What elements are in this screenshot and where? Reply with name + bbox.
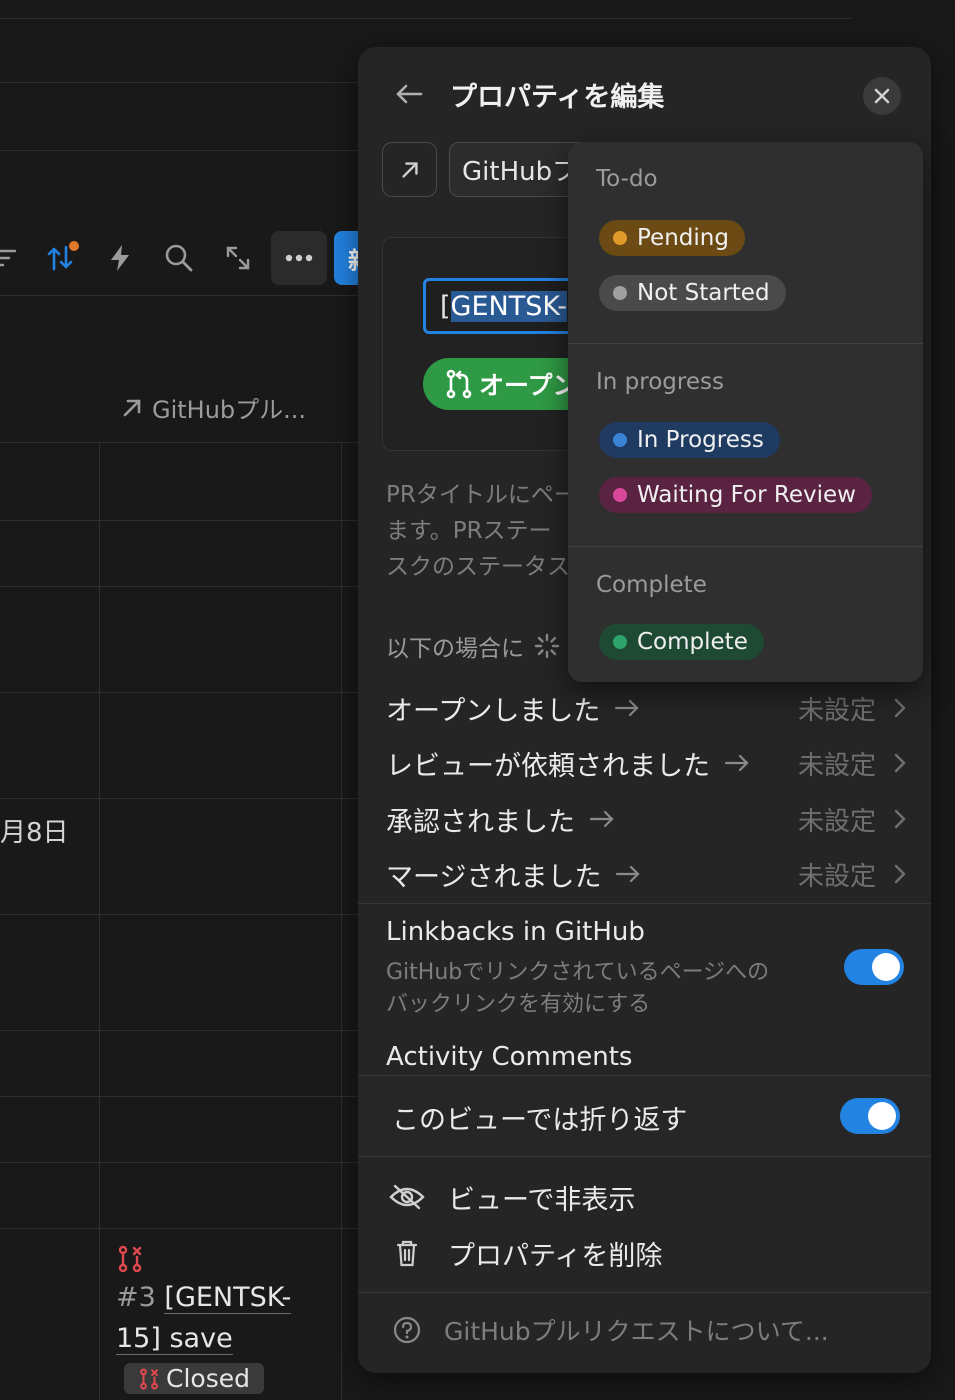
status-dot [613, 635, 627, 649]
help-link[interactable]: GitHubプルリクエストについて... [392, 1312, 829, 1348]
grid-line [0, 692, 358, 693]
grid-line [0, 798, 358, 799]
status-option-not-started[interactable]: Not Started [599, 275, 786, 311]
status-dot [613, 433, 627, 447]
help-icon [393, 1316, 421, 1344]
ellipsis-icon [285, 254, 313, 262]
rule-row-merged[interactable]: マージされました 未設定 [386, 850, 906, 898]
grid-line [0, 18, 852, 19]
close-icon [874, 88, 890, 104]
panel-title: プロパティを編集 [450, 82, 665, 113]
chevron-right-icon [894, 864, 906, 884]
wrap-toggle[interactable] [840, 1098, 900, 1134]
close-button[interactable] [863, 77, 901, 115]
status-option-complete[interactable]: Complete [599, 624, 764, 660]
grid-line [0, 586, 358, 587]
activity-comments-title: Activity Comments [386, 1042, 633, 1072]
grid-line [0, 1228, 358, 1229]
arrow-right-icon [616, 865, 641, 883]
date-cell: 月8日 [0, 818, 69, 848]
pr-closed-icon [118, 1245, 142, 1273]
sort-icon[interactable] [44, 238, 80, 278]
wrap-in-view-row: このビューでは折り返す [358, 1075, 931, 1157]
rule-row-approved[interactable]: 承認されました 未設定 [386, 795, 906, 843]
property-icon-button[interactable] [382, 142, 437, 197]
status-option-in-progress[interactable]: In Progress [599, 422, 780, 458]
grid-line [0, 914, 358, 915]
grid-line [99, 442, 100, 1400]
closed-status-tag: Closed [124, 1363, 264, 1394]
pull-request-icon [446, 369, 472, 399]
status-dot [613, 286, 627, 300]
rule-row-opened[interactable]: オープンしました 未設定 [386, 684, 906, 732]
status-option-pending[interactable]: Pending [599, 220, 745, 256]
chevron-right-icon [894, 753, 906, 773]
arrow-left-icon [396, 84, 423, 104]
pr-cell[interactable]: #3 [GENTSK- 15] save Closed [116, 1245, 316, 1395]
grid-line [0, 1162, 358, 1163]
arrow-right-icon [724, 754, 749, 772]
grid-line [0, 1096, 358, 1097]
arrow-up-right-icon [401, 161, 418, 178]
grid-line [0, 82, 358, 83]
back-button[interactable] [392, 77, 426, 111]
condition-label: 以下の場合に [386, 629, 560, 663]
grid-line [0, 150, 358, 151]
group-label-complete: Complete [596, 572, 707, 598]
more-options-button[interactable] [271, 231, 327, 285]
arrow-right-icon [589, 810, 614, 828]
chevron-right-icon [894, 809, 906, 829]
arrow-up-right-icon [123, 399, 141, 416]
status-dot [613, 231, 627, 245]
expand-icon[interactable] [220, 238, 256, 278]
status-dot [613, 488, 627, 502]
linkbacks-title: Linkbacks in GitHub [386, 917, 645, 947]
status-option-waiting-for-review[interactable]: Waiting For Review [599, 477, 872, 513]
linkbacks-toggle[interactable] [844, 949, 904, 985]
linkbacks-description: GitHubでリンクされているページへの バックリンクを有効にする [386, 960, 770, 1017]
column-header-github-pr[interactable]: GitHubプル... [120, 390, 306, 425]
delete-property-button[interactable]: プロパティを削除 [388, 1231, 662, 1275]
eye-slash-icon [389, 1184, 425, 1210]
hide-in-view-button[interactable]: ビューで非表示 [388, 1175, 635, 1219]
grid-line [0, 295, 358, 296]
arrow-right-icon [615, 699, 639, 717]
divider [358, 903, 931, 904]
divider [568, 546, 923, 547]
grid-line [0, 1030, 358, 1031]
rule-row-review-requested[interactable]: レビューが依頼されました 未設定 [386, 739, 906, 787]
grid-line [0, 442, 358, 443]
filter-icon[interactable] [0, 238, 22, 278]
panel-header: プロパティを編集 [358, 47, 931, 143]
group-label-todo: To-do [596, 166, 658, 192]
trash-icon [396, 1240, 418, 1267]
pr-closed-icon [140, 1368, 158, 1389]
grid-line [341, 442, 342, 1400]
search-icon[interactable] [161, 238, 197, 278]
divider [568, 343, 923, 344]
divider [358, 1292, 931, 1293]
group-label-in-progress: In progress [596, 369, 724, 395]
grid-line [0, 520, 358, 521]
lightning-icon[interactable] [102, 238, 138, 278]
status-options-dropdown: To-do Pending Not Started In progress In… [568, 142, 923, 682]
chevron-right-icon [894, 698, 906, 718]
loading-spinner-icon [534, 633, 560, 659]
